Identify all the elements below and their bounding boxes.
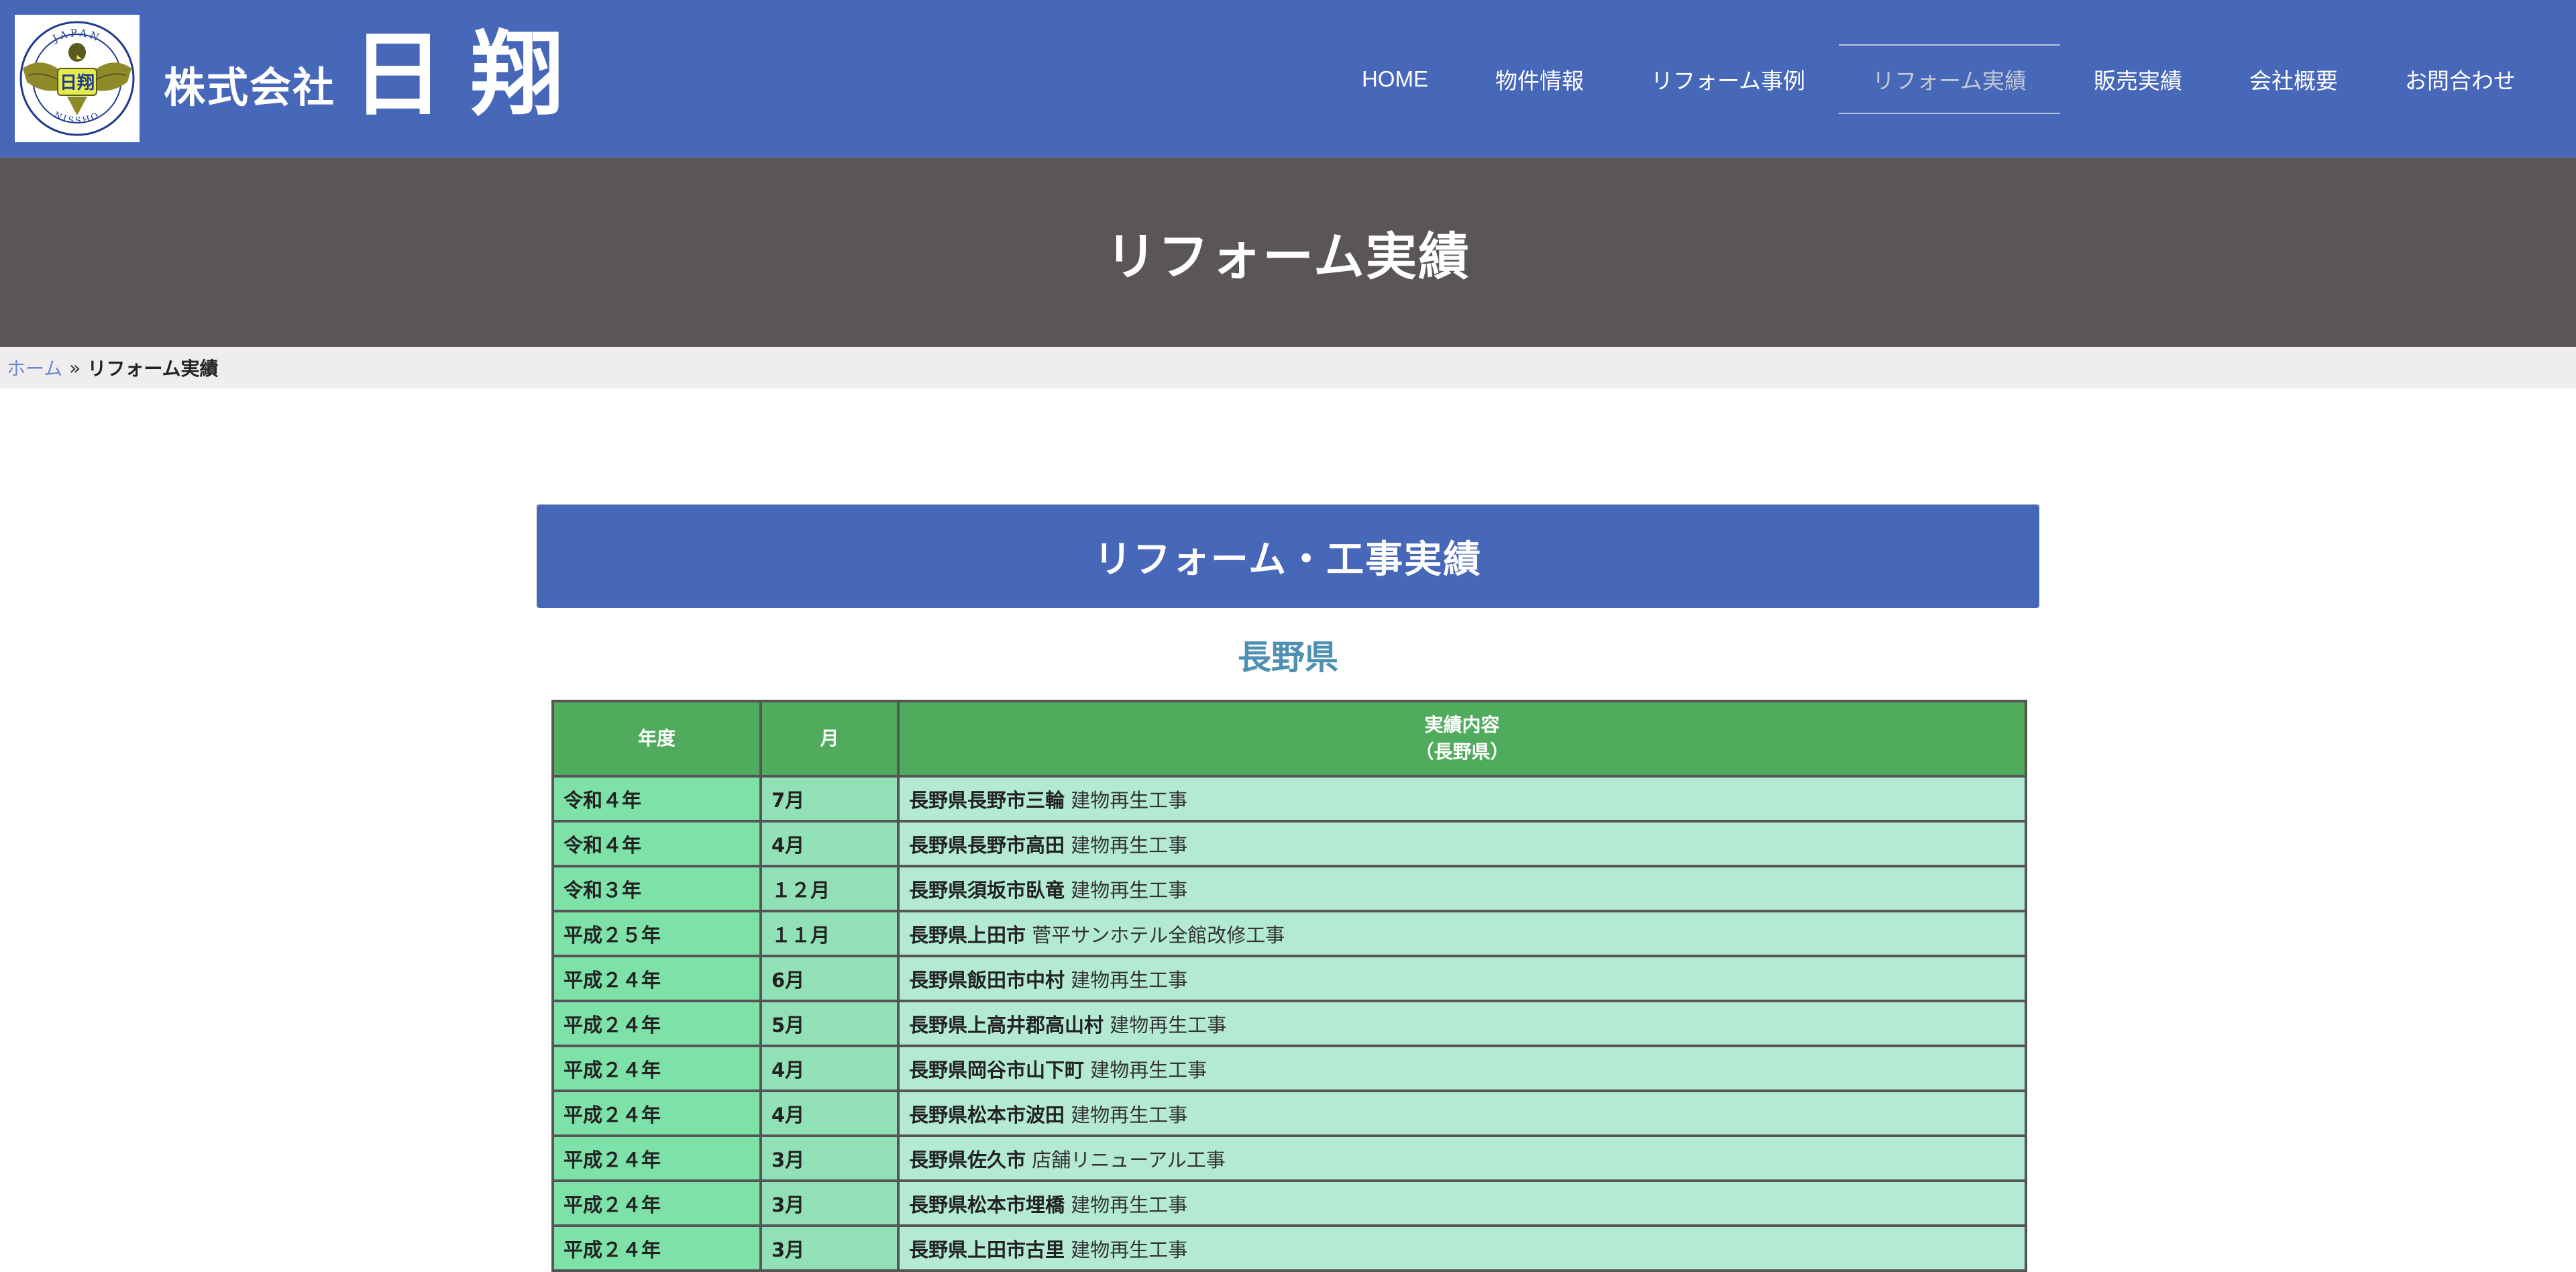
- section-banner: リフォーム・工事実績: [537, 505, 2039, 608]
- cell-detail: 長野県上田市古里 建物再生工事: [897, 1224, 2027, 1272]
- table-row: 平成２４年 4月 長野県岡谷市山下町 建物再生工事: [551, 1045, 2027, 1092]
- cell-location: 長野県須坂市臥竜: [909, 878, 1065, 902]
- cell-year: 令和３年: [551, 865, 762, 912]
- cell-month: 3月: [759, 1224, 900, 1272]
- breadcrumb-home-link[interactable]: ホーム: [7, 354, 62, 381]
- cell-detail: 長野県松本市埋橋 建物再生工事: [897, 1179, 2027, 1227]
- cell-location: 長野県佐久市: [909, 1148, 1026, 1171]
- cell-month: 4月: [759, 1090, 900, 1137]
- cell-work: 菅平サンホテル全館改修工事: [1032, 923, 1285, 947]
- table-row: 令和４年 7月 長野県長野市三輪 建物再生工事: [551, 775, 2027, 823]
- header-month: 月: [759, 700, 900, 778]
- breadcrumb-separator: »: [69, 356, 81, 379]
- table-header-row: 年度 月 実績内容 （長野県）: [551, 700, 2027, 778]
- cell-year: 平成２４年: [551, 1045, 762, 1092]
- header-detail: 実績内容 （長野県）: [897, 700, 2027, 778]
- table-row: 平成２４年 3月 長野県松本市埋橋 建物再生工事: [551, 1179, 2027, 1227]
- cell-work: 建物再生工事: [1071, 968, 1188, 992]
- cell-month: 4月: [759, 820, 900, 867]
- cell-work: 建物再生工事: [1090, 1058, 1208, 1081]
- cell-month: 3月: [759, 1179, 900, 1227]
- cell-location: 長野県長野市三輪: [909, 788, 1065, 812]
- cell-year: 平成２４年: [551, 1090, 762, 1137]
- cell-month: １２月: [759, 865, 900, 912]
- cell-location: 長野県岡谷市山下町: [909, 1058, 1085, 1081]
- cell-year: 平成２４年: [551, 955, 762, 1002]
- section-title: リフォーム・工事実績: [1093, 537, 1483, 582]
- nav-item-sales-results[interactable]: 販売実績: [2060, 44, 2216, 114]
- cell-year: 令和４年: [551, 820, 762, 867]
- cell-location: 長野県松本市埋橋: [909, 1193, 1065, 1216]
- table-row: 平成２４年 6月 長野県飯田市中村 建物再生工事: [551, 955, 2027, 1002]
- cell-month: 6月: [759, 955, 900, 1002]
- cell-year: 平成２４年: [551, 1179, 762, 1227]
- cell-detail: 長野県須坂市臥竜 建物再生工事: [897, 865, 2027, 912]
- cell-location: 長野県松本市波田: [909, 1103, 1065, 1126]
- cell-location: 長野県上田市古里: [909, 1238, 1065, 1261]
- table-row: 令和４年 4月 長野県長野市高田 建物再生工事: [551, 820, 2027, 867]
- table-row: 平成２４年 3月 長野県佐久市 店舗リニューアル工事: [551, 1134, 2027, 1182]
- brand-name: 日翔: [352, 19, 591, 129]
- cell-work: 建物再生工事: [1071, 788, 1188, 812]
- cell-year: 令和４年: [551, 775, 762, 823]
- cell-year: 平成２５年: [551, 910, 762, 957]
- site-header: JAPAN NISSHO 日翔 株式会社 日翔 HOME 物件情報 リフォーム事…: [0, 0, 2576, 158]
- table-row: 令和３年 １２月 長野県須坂市臥竜 建物再生工事: [551, 865, 2027, 912]
- eagle-emblem-icon: JAPAN NISSHO 日翔: [19, 21, 135, 136]
- table-row: 平成２４年 4月 長野県松本市波田 建物再生工事: [551, 1090, 2027, 1137]
- header-detail-line2: （長野県）: [1415, 741, 1509, 763]
- cell-detail: 長野県長野市三輪 建物再生工事: [897, 775, 2027, 823]
- breadcrumb: ホーム » リフォーム実績: [0, 347, 2576, 388]
- header-detail-line1: 実績内容: [1424, 714, 1500, 736]
- cell-work: 建物再生工事: [1071, 878, 1188, 902]
- cell-work: 建物再生工事: [1071, 1238, 1188, 1261]
- cell-month: 5月: [759, 1000, 900, 1047]
- cell-location: 長野県飯田市中村: [909, 968, 1065, 992]
- cell-work: 建物再生工事: [1071, 833, 1188, 857]
- page-hero: リフォーム実績: [0, 158, 2576, 347]
- cell-year: 平成２４年: [551, 1000, 762, 1047]
- header-year: 年度: [551, 700, 762, 778]
- main-nav: HOME 物件情報 リフォーム事例 リフォーム実績 販売実績 会社概要 お問合わ…: [1328, 44, 2549, 114]
- cell-month: １１月: [759, 910, 900, 957]
- cell-detail: 長野県長野市高田 建物再生工事: [897, 820, 2027, 867]
- nav-item-reform-results[interactable]: リフォーム実績: [1838, 44, 2060, 114]
- cell-year: 平成２４年: [551, 1224, 762, 1272]
- cell-month: 3月: [759, 1134, 900, 1182]
- cell-month: 7月: [759, 775, 900, 823]
- cell-detail: 長野県上田市 菅平サンホテル全館改修工事: [897, 910, 2027, 957]
- cell-work: 建物再生工事: [1071, 1103, 1188, 1126]
- cell-location: 長野県長野市高田: [909, 833, 1065, 857]
- nav-item-contact[interactable]: お問合わせ: [2371, 44, 2549, 114]
- cell-month: 4月: [759, 1045, 900, 1092]
- table-body: 令和４年 7月 長野県長野市三輪 建物再生工事 令和４年 4月 長野県長野市高田…: [551, 775, 2027, 1272]
- page-title: リフォーム実績: [1106, 227, 1470, 286]
- results-table-wrapper: 年度 月 実績内容 （長野県） 令和４年 7月 長野県長野市三輪 建物再生工事 …: [551, 700, 2027, 1272]
- company-logo[interactable]: JAPAN NISSHO 日翔: [15, 15, 140, 142]
- results-table: 年度 月 実績内容 （長野県） 令和４年 7月 長野県長野市三輪 建物再生工事 …: [551, 700, 2027, 1272]
- nav-item-company[interactable]: 会社概要: [2216, 44, 2371, 114]
- cell-work: 建物再生工事: [1071, 1193, 1188, 1216]
- breadcrumb-current: リフォーム実績: [87, 358, 219, 380]
- cell-work: 店舗リニューアル工事: [1032, 1148, 1226, 1171]
- prefecture-heading: 長野県: [1238, 638, 1338, 677]
- table-row: 平成２４年 3月 長野県上田市古里 建物再生工事: [551, 1224, 2027, 1272]
- nav-item-properties[interactable]: 物件情報: [1462, 44, 1617, 114]
- brand-prefix: 株式会社: [164, 63, 336, 112]
- cell-detail: 長野県飯田市中村 建物再生工事: [897, 955, 2027, 1002]
- cell-work: 建物再生工事: [1110, 1013, 1227, 1037]
- cell-location: 長野県上高井郡高山村: [909, 1013, 1104, 1037]
- cell-detail: 長野県佐久市 店舗リニューアル工事: [897, 1134, 2027, 1182]
- logo-center-text: 日翔: [60, 73, 95, 93]
- table-row: 平成２５年 １１月 長野県上田市 菅平サンホテル全館改修工事: [551, 910, 2027, 957]
- cell-detail: 長野県松本市波田 建物再生工事: [897, 1090, 2027, 1137]
- cell-year: 平成２４年: [551, 1134, 762, 1182]
- table-row: 平成２４年 5月 長野県上高井郡高山村 建物再生工事: [551, 1000, 2027, 1047]
- nav-item-home[interactable]: HOME: [1328, 44, 1462, 114]
- cell-detail: 長野県岡谷市山下町 建物再生工事: [897, 1045, 2027, 1092]
- nav-item-reform-cases[interactable]: リフォーム事例: [1617, 44, 1839, 114]
- cell-detail: 長野県上高井郡高山村 建物再生工事: [897, 1000, 2027, 1047]
- cell-location: 長野県上田市: [909, 923, 1026, 947]
